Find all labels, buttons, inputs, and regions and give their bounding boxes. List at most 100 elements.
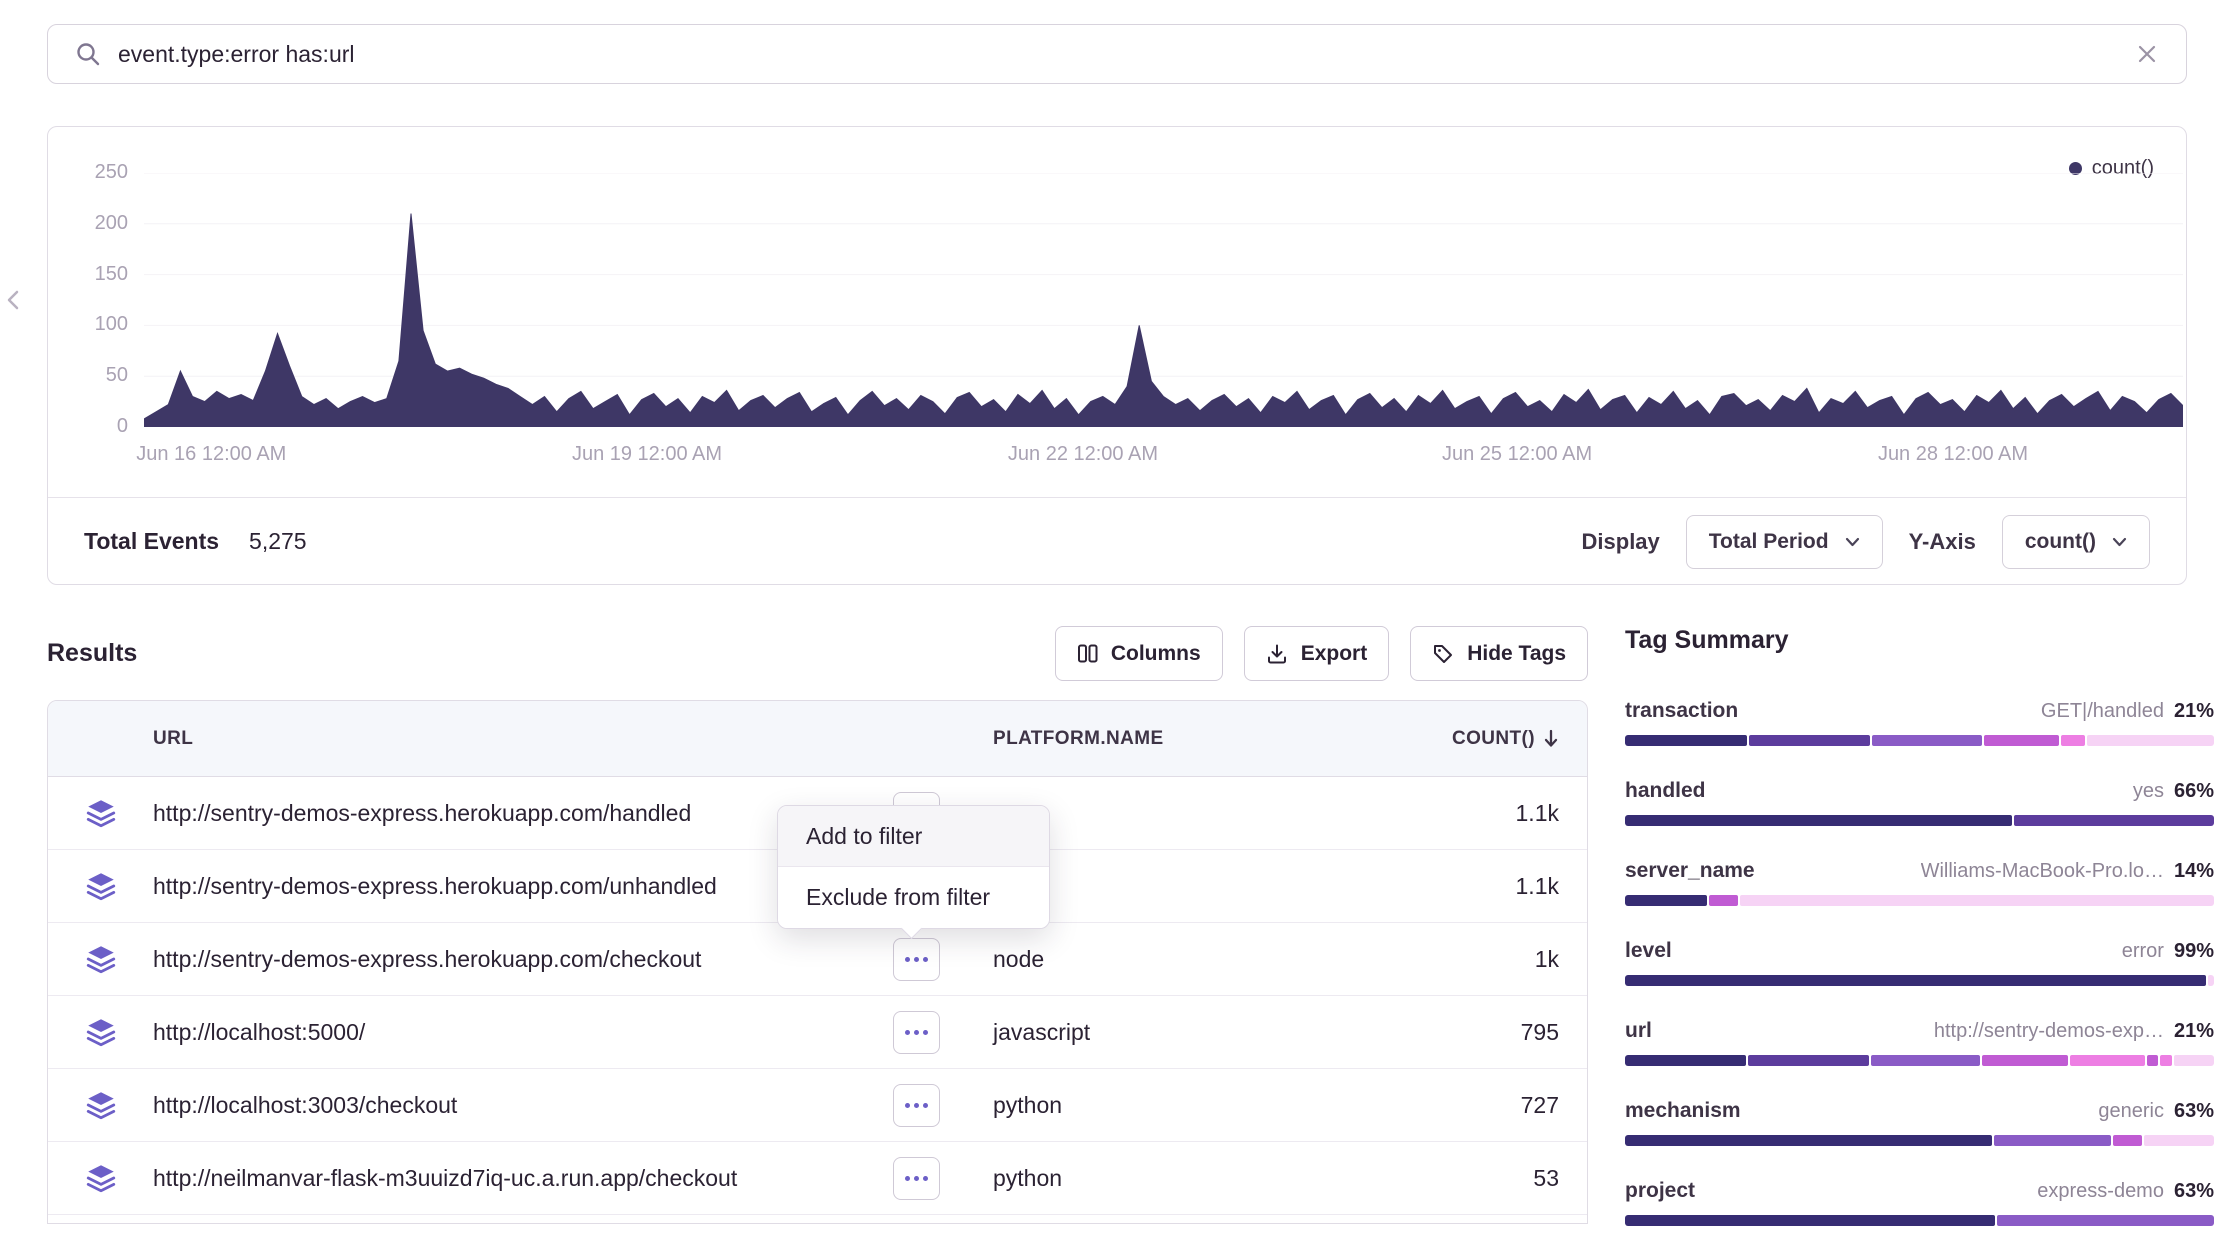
tag-bar-segment[interactable]	[2113, 1135, 2142, 1146]
sidebar-collapse-icon[interactable]	[2, 286, 26, 314]
header-platform-name[interactable]: PLATFORM.NAME	[993, 728, 1413, 750]
tag-bar-segment[interactable]	[1748, 1055, 1869, 1066]
hide-tags-button[interactable]: Hide Tags	[1410, 626, 1588, 681]
tag-top-percent: 21%	[2174, 700, 2214, 723]
x-axis-tick-label: Jun 25 12:00 AM	[1407, 443, 1627, 466]
y-axis-tick-label: 0	[48, 415, 128, 438]
columns-button[interactable]: Columns	[1055, 626, 1223, 681]
tag-top-percent: 99%	[2174, 940, 2214, 963]
export-button[interactable]: Export	[1244, 626, 1390, 681]
tag-bar-segment[interactable]	[1982, 1055, 2068, 1066]
header-count[interactable]: COUNT()	[1413, 728, 1587, 750]
tag-distribution-bar	[1625, 895, 2214, 906]
tag-name: handled	[1625, 779, 1706, 803]
tag-name: level	[1625, 939, 1672, 963]
y-axis-tick-label: 50	[48, 364, 128, 387]
tag-bar-segment[interactable]	[1709, 895, 1738, 906]
stack-icon	[84, 1015, 118, 1049]
tag-name: mechanism	[1625, 1099, 1741, 1123]
clear-search-button[interactable]	[2134, 41, 2160, 67]
tag-distribution-bar	[1625, 735, 2214, 746]
tag-name: project	[1625, 1179, 1695, 1203]
yaxis-select[interactable]: count()	[2002, 515, 2150, 569]
tag-bar-segment[interactable]	[2147, 1055, 2159, 1066]
tag-name: server_name	[1625, 859, 1755, 883]
url-cell-value[interactable]: http://sentry-demos-express.herokuapp.co…	[153, 873, 717, 899]
row-actions-button[interactable]	[893, 1157, 940, 1200]
tag-bar-segment[interactable]	[2144, 1135, 2214, 1146]
tag-top-percent: 63%	[2174, 1100, 2214, 1123]
cell-actions-menu: Add to filterExclude from filter	[777, 805, 1050, 929]
count-cell-value: 727	[1413, 1092, 1587, 1119]
export-button-label: Export	[1301, 642, 1368, 666]
y-axis-tick-label: 100	[48, 313, 128, 336]
tag-summary-item: project express-demo 63%	[1625, 1179, 2214, 1226]
tag-distribution-bar	[1625, 975, 2214, 986]
search-bar[interactable]	[47, 24, 2187, 84]
tag-bar-segment[interactable]	[2061, 735, 2084, 746]
tag-distribution-bar	[1625, 1055, 2214, 1066]
table-row[interactable]: http://localhost:3003/checkout python 72…	[48, 1069, 1587, 1142]
search-input[interactable]	[118, 41, 2134, 68]
tag-bar-segment[interactable]	[1625, 815, 2012, 826]
url-cell-value[interactable]: http://localhost:3003/checkout	[153, 1092, 457, 1118]
menu-item-exclude-from-filter[interactable]: Exclude from filter	[778, 867, 1049, 928]
url-cell-value[interactable]: http://localhost:5000/	[153, 1019, 365, 1045]
url-cell-value[interactable]: http://neilmanvar-flask-m3uuizd7iq-uc.a.…	[153, 1165, 737, 1191]
tag-bar-segment[interactable]	[1871, 1055, 1980, 1066]
tag-bar-segment[interactable]	[1625, 1135, 1992, 1146]
tag-summary-item: level error 99%	[1625, 939, 2214, 986]
tag-name: url	[1625, 1019, 1652, 1043]
tag-bar-segment[interactable]	[2160, 1055, 2172, 1066]
tag-bar-segment[interactable]	[1740, 895, 2214, 906]
tag-bar-segment[interactable]	[1625, 895, 1707, 906]
tag-summary-item: url http://sentry-demos-exp… 21%	[1625, 1019, 2214, 1066]
tag-top-value: express-demo	[2037, 1180, 2164, 1203]
table-row[interactable]: http://sentry-demos-express.herokuapp.co…	[48, 923, 1587, 996]
tag-top-value: yes	[2133, 780, 2164, 803]
display-label: Display	[1582, 529, 1660, 555]
tag-bar-segment[interactable]	[1997, 1215, 2214, 1226]
tag-bar-segment[interactable]	[1872, 735, 1982, 746]
header-url[interactable]: URL	[153, 728, 993, 750]
time-series-chart[interactable]	[144, 173, 2183, 427]
tag-summary-item: mechanism generic 63%	[1625, 1099, 2214, 1146]
tag-bar-segment[interactable]	[1625, 1055, 1746, 1066]
platform-cell-value: node	[993, 946, 1413, 973]
table-header-row: URL PLATFORM.NAME COUNT()	[48, 701, 1587, 777]
tag-bar-segment[interactable]	[2014, 815, 2214, 826]
table-row[interactable]: http://localhost:5000/ javascript 795	[48, 996, 1587, 1069]
header-count-label: COUNT()	[1452, 728, 1535, 750]
tag-summary-panel: Tag Summary transaction GET|/handled 21%…	[1625, 626, 2214, 1259]
count-cell-value: 1.1k	[1413, 800, 1587, 827]
tag-bar-segment[interactable]	[1625, 1215, 1995, 1226]
y-axis-tick-label: 150	[48, 263, 128, 286]
tag-bar-segment[interactable]	[1625, 975, 2206, 986]
tag-bar-segment[interactable]	[2070, 1055, 2145, 1066]
tag-bar-segment[interactable]	[1994, 1135, 2111, 1146]
x-axis-tick-label: Jun 16 12:00 AM	[101, 443, 321, 466]
stack-icon	[84, 1161, 118, 1195]
tag-bar-segment[interactable]	[1984, 735, 2059, 746]
count-cell-value: 53	[1413, 1165, 1587, 1192]
tag-distribution-bar	[1625, 1135, 2214, 1146]
yaxis-label: Y-Axis	[1909, 529, 1976, 555]
tag-bar-segment[interactable]	[1749, 735, 1871, 746]
tag-bar-segment[interactable]	[2208, 975, 2214, 986]
row-actions-button[interactable]	[893, 1011, 940, 1054]
platform-cell-value: javascript	[993, 1019, 1413, 1046]
tag-bar-segment[interactable]	[1625, 735, 1747, 746]
display-select[interactable]: Total Period	[1686, 515, 1883, 569]
tag-summary-item: transaction GET|/handled 21%	[1625, 699, 2214, 746]
tag-bar-segment[interactable]	[2087, 735, 2214, 746]
x-axis-tick-label: Jun 19 12:00 AM	[537, 443, 757, 466]
url-cell-value[interactable]: http://sentry-demos-express.herokuapp.co…	[153, 800, 691, 826]
table-row[interactable]: http://neilmanvar-flask-m3uuizd7iq-uc.a.…	[48, 1142, 1587, 1215]
row-actions-button[interactable]	[893, 1084, 940, 1127]
url-cell-value[interactable]: http://sentry-demos-express.herokuapp.co…	[153, 946, 701, 972]
row-actions-button[interactable]	[893, 938, 940, 981]
events-chart-panel: count() 050100150200250 Jun 16 12:00 AMJ…	[47, 126, 2187, 585]
tag-bar-segment[interactable]	[2174, 1055, 2214, 1066]
menu-item-add-to-filter[interactable]: Add to filter	[778, 806, 1049, 867]
tag-summary-title: Tag Summary	[1625, 626, 2214, 655]
